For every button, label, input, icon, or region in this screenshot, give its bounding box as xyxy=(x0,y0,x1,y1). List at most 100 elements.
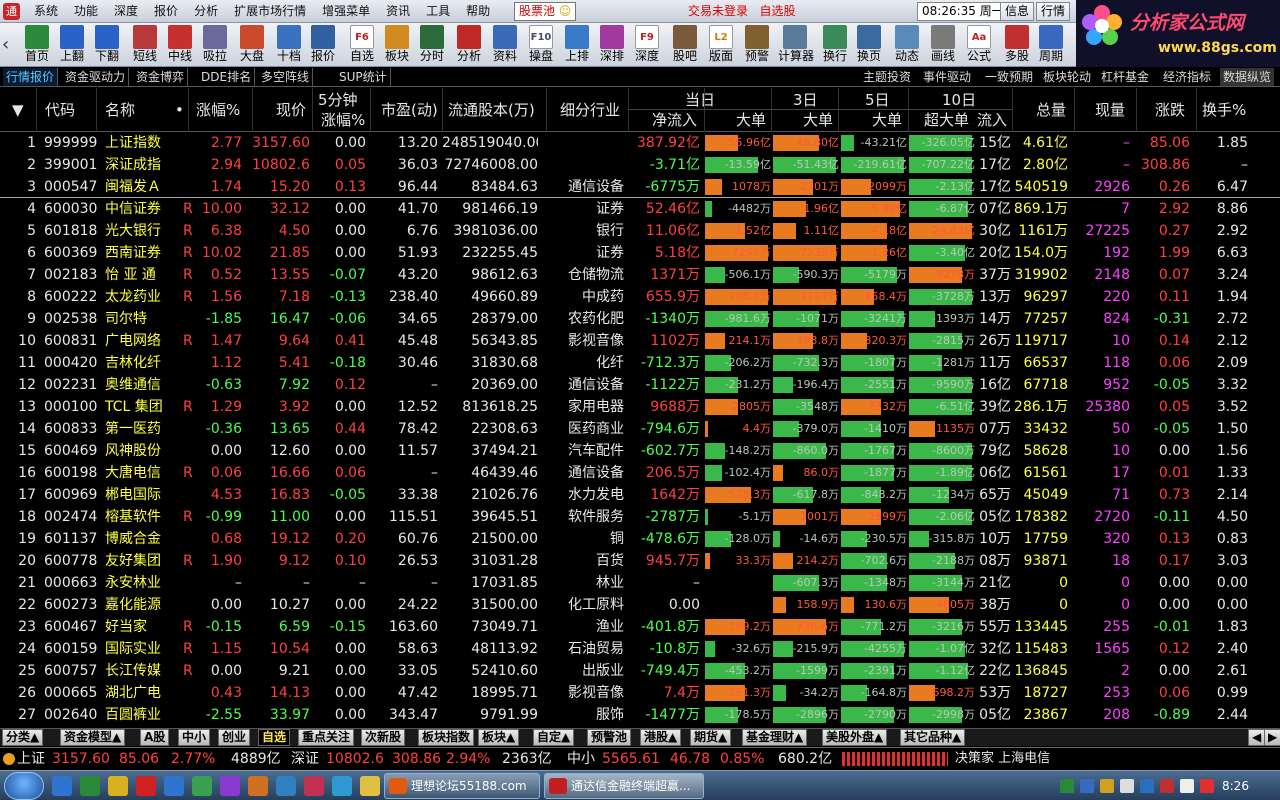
menu-item-1[interactable]: 功能 xyxy=(66,0,106,23)
table-row[interactable]: 2 399001 深证成指 2.94 10802.64 0.05 36.03 72746008… xyxy=(0,154,1280,176)
sz-label[interactable]: 深证 xyxy=(291,748,319,770)
toolbar-button-16[interactable]: 深排 xyxy=(595,24,629,66)
col-industry[interactable]: 细分行业 xyxy=(560,100,620,120)
sh-label[interactable]: 上证 xyxy=(17,748,45,770)
table-row[interactable]: 26 000665 湖北广电 0.43 14.13 0.00 47.42 18995.71 影视… xyxy=(0,682,1280,704)
col-cur[interactable]: 现量 xyxy=(1095,100,1125,120)
col-pe[interactable]: 市盈(动) xyxy=(381,100,438,120)
bottom-tab-1[interactable]: 资金模型▲ xyxy=(60,729,126,746)
col-updown[interactable]: 涨跌 xyxy=(1155,100,1185,120)
bottom-tab-4[interactable]: 创业 xyxy=(218,729,251,746)
col-today[interactable]: 当日 xyxy=(685,90,715,110)
toolbar-button-11[interactable]: 分时 xyxy=(415,24,449,66)
tool-shortcut-icon[interactable] xyxy=(192,776,212,796)
table-row[interactable]: 21 000663 永安林业 – – – – 17031.85 林业 – -607.3万 -1348万… xyxy=(0,572,1280,594)
table-row[interactable]: 14 600833 第一医药 -0.36 13.65 0.44 78.42 22308.63 医… xyxy=(0,418,1280,440)
table-row[interactable]: 3 000547 闽福发Ａ 1.74 15.20 0.13 96.44 83484.63 通信设… xyxy=(0,176,1280,198)
tray-security-icon[interactable] xyxy=(1060,779,1074,793)
col-min5-top[interactable]: 5分钟 xyxy=(318,90,358,110)
col-d10net[interactable]: 流入 xyxy=(977,110,1007,130)
menu-item-0[interactable]: 系统 xyxy=(26,0,66,23)
stock-pool-button[interactable]: 股票池 ☺ xyxy=(514,2,577,21)
tray-alert-icon[interactable] xyxy=(1100,779,1114,793)
col-netin[interactable]: 净流入 xyxy=(652,110,697,130)
tab-right-6[interactable]: 数据纵览 xyxy=(1220,68,1275,86)
task-tdx[interactable]: 通达信金融终端超赢... xyxy=(544,773,704,799)
toolbar-button-28[interactable]: 周期 xyxy=(1034,24,1068,66)
bottom-tab-15[interactable]: 美股外盘▲ xyxy=(822,729,888,746)
table-row[interactable]: 7 002183 怡 亚 通 R 0.52 13.55 -0.07 43.20 98612.63… xyxy=(0,264,1280,286)
col-vol[interactable]: 总量 xyxy=(1036,100,1066,120)
files-shortcut-icon[interactable] xyxy=(360,776,380,796)
player-shortcut-icon[interactable] xyxy=(220,776,240,796)
table-row[interactable]: 8 600222 太龙药业 R 1.56 7.18 -0.13 238.40 49660.89 中… xyxy=(0,286,1280,308)
toolbar-button-17[interactable]: F9 深度 xyxy=(630,24,664,66)
tab-right-5[interactable]: 经济指标 xyxy=(1160,68,1214,86)
col-big[interactable]: 大单 xyxy=(736,110,766,130)
table-row[interactable]: 16 600198 大唐电信 R 0.06 16.66 0.06–46439.46 通信设备 2… xyxy=(0,462,1280,484)
table-row[interactable]: 11 000420 吉林化纤 1.12 5.41 -0.18 30.46 31830.68 化纤… xyxy=(0,352,1280,374)
col-name[interactable]: 名称 xyxy=(105,100,135,120)
menu-item-3[interactable]: 报价 xyxy=(146,0,186,23)
tab-left-1[interactable]: 资金驱动力 xyxy=(62,68,130,86)
toolbar-button-19[interactable]: L2 版面 xyxy=(704,24,738,66)
app-icon[interactable]: 通 xyxy=(3,3,20,20)
bottom-tab-10[interactable]: 自定▲ xyxy=(533,729,575,746)
toolbar-button-22[interactable]: 换行 xyxy=(818,24,852,66)
toolbar-button-13[interactable]: 资料 xyxy=(488,24,522,66)
menu-item-2[interactable]: 深度 xyxy=(106,0,146,23)
col-d10[interactable]: 10日 xyxy=(942,90,976,110)
chat-shortcut-icon[interactable] xyxy=(276,776,296,796)
table-row[interactable]: 19 601137 博威合金 0.68 19.12 0.20 60.76 21500.00 铜 -… xyxy=(0,528,1280,550)
toolbar-button-6[interactable]: 大盘 xyxy=(235,24,269,66)
toolbar-button-15[interactable]: 上排 xyxy=(560,24,594,66)
notes-shortcut-icon[interactable] xyxy=(248,776,268,796)
toolbar-menu-icon[interactable]: ‹ xyxy=(2,33,16,57)
menu-item-9[interactable]: 帮助 xyxy=(458,0,498,23)
tab-left-4[interactable]: 多空阵线 xyxy=(258,68,314,86)
bottom-tab-12[interactable]: 港股▲ xyxy=(640,729,682,746)
tab-left-3[interactable]: DDE排名 xyxy=(198,68,256,86)
bottom-tab-7[interactable]: 次新股 xyxy=(361,729,406,746)
table-row[interactable]: 9 002538 司尔特 -1.85 16.47 -0.06 34.65 28379.00 农药… xyxy=(0,308,1280,330)
toolbar-button-10[interactable]: 板块 xyxy=(380,24,414,66)
col-code[interactable]: 代码 xyxy=(45,100,75,120)
toolbar-button-24[interactable]: 动态 xyxy=(890,24,924,66)
table-row[interactable]: 10 600831 广电网络 R 1.47 9.64 0.41 45.48 56343.85 影视… xyxy=(0,330,1280,352)
scroll-left-icon[interactable]: ◀ xyxy=(1248,729,1266,746)
toolbar-button-20[interactable]: 预警 xyxy=(740,24,774,66)
news-scroller[interactable]: 决策家 上海电信 xyxy=(955,748,1050,770)
menu-item-4[interactable]: 分析 xyxy=(186,0,226,23)
toolbar-button-23[interactable]: 换页 xyxy=(852,24,886,66)
bottom-tab-14[interactable]: 基金理财▲ xyxy=(742,729,808,746)
music-shortcut-icon[interactable] xyxy=(304,776,324,796)
col-float[interactable]: 流通股本(万) xyxy=(448,100,535,120)
bottom-tab-3[interactable]: 中小 xyxy=(178,729,211,746)
col-d5[interactable]: 5日 xyxy=(865,90,890,110)
col-price[interactable]: 现价 xyxy=(276,100,306,120)
table-row[interactable]: 25 600757 长江传媒 R 0.00 9.21 0.00 33.05 52410.60 出版… xyxy=(0,660,1280,682)
tray-update-icon[interactable] xyxy=(1140,779,1154,793)
browser-shortcut-icon[interactable] xyxy=(164,776,184,796)
bottom-tab-11[interactable]: 预警池 xyxy=(587,729,632,746)
menu-item-8[interactable]: 工具 xyxy=(418,0,458,23)
tray-clock[interactable]: 8:26 xyxy=(1222,771,1249,800)
table-row[interactable]: 13 000100 TCL 集团 R 1.29 3.92 0.00 12.52 813618.2… xyxy=(0,396,1280,418)
tray-power-icon[interactable] xyxy=(1200,779,1214,793)
col-min5-bot[interactable]: 涨幅% xyxy=(321,110,365,130)
toolbar-button-2[interactable]: 下翻 xyxy=(90,24,124,66)
bottom-tab-5[interactable]: 自选 xyxy=(258,729,291,746)
toolbar-button-26[interactable]: Aa 公式 xyxy=(962,24,996,66)
table-row[interactable]: 12 002231 奥维通信 -0.63 7.92 0.12 – 20369.00 通信设备 -1… xyxy=(0,374,1280,396)
bottom-tab-6[interactable]: 重点关注 xyxy=(298,729,355,746)
toolbar-button-3[interactable]: 短线 xyxy=(128,24,162,66)
table-row[interactable]: 15 600469 风神股份 0.00 12.60 0.00 11.57 37494.21 汽车… xyxy=(0,440,1280,462)
network-shortcut-icon[interactable] xyxy=(332,776,352,796)
menu-item-5[interactable]: 扩展市场行情 xyxy=(226,0,314,23)
bottom-tab-13[interactable]: 期货▲ xyxy=(690,729,732,746)
table-row[interactable]: 17 600969 郴电国际 4.53 16.83 -0.05 33.38 21026.76 水… xyxy=(0,484,1280,506)
toolbar-button-18[interactable]: 股吧 xyxy=(668,24,702,66)
bottom-tab-9[interactable]: 板块▲ xyxy=(478,729,520,746)
toolbar-button-14[interactable]: F10 操盘 xyxy=(524,24,558,66)
task-forum[interactable]: 理想论坛55188.com xyxy=(384,773,540,799)
